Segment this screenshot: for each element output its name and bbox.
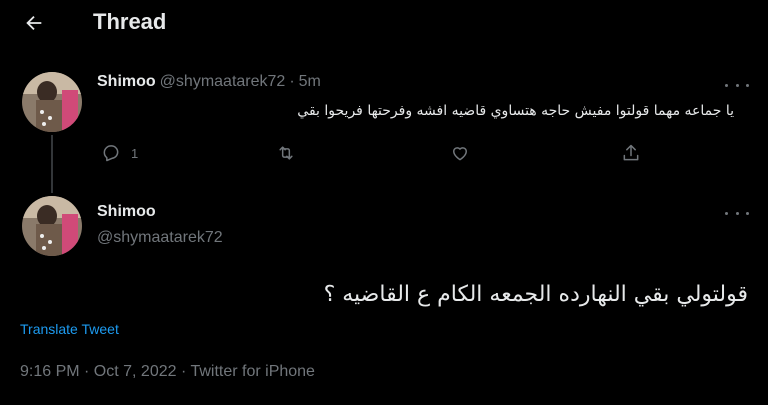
like-button[interactable]	[449, 143, 471, 163]
more-options-button[interactable]	[725, 207, 749, 219]
avatar[interactable]	[22, 72, 82, 132]
retweet-icon	[279, 146, 293, 160]
more-options-button[interactable]	[725, 79, 749, 91]
translate-tweet-link[interactable]: Translate Tweet	[20, 321, 119, 337]
thread-connector-line	[51, 135, 53, 193]
retweet-button[interactable]	[275, 143, 297, 163]
author-name[interactable]: Shimoo	[97, 73, 156, 91]
back-button[interactable]	[20, 9, 48, 37]
tweet-time[interactable]: 5m	[299, 73, 321, 91]
avatar[interactable]	[22, 196, 82, 256]
arrow-left-icon	[26, 15, 42, 31]
dot-separator: ·	[289, 73, 295, 90]
reply-count: 1	[131, 145, 139, 161]
tweet-meta: 9:16 PM · Oct 7, 2022 · Twitter for iPho…	[20, 363, 315, 380]
reply-tweet-header: Shimoo @shymaatarek72 · 5m	[97, 73, 321, 91]
thread-header: Thread	[0, 0, 768, 46]
share-icon	[623, 144, 639, 161]
comment-icon	[103, 145, 119, 162]
author-handle[interactable]: @shymaatarek72	[160, 73, 286, 91]
reply-button[interactable]: 1	[101, 143, 138, 163]
author-name[interactable]: Shimoo	[97, 203, 156, 221]
tweet-actions: 1	[97, 143, 657, 167]
more-icon	[725, 83, 728, 87]
main-tweet-text: قولتولي بقي النهارده الجمعه الكام ع القا…	[323, 282, 748, 307]
more-icon	[725, 211, 728, 215]
author-handle[interactable]: @shymaatarek72	[97, 229, 223, 247]
share-button[interactable]	[621, 143, 641, 163]
heart-icon	[453, 147, 467, 161]
page-title: Thread	[93, 9, 167, 34]
reply-tweet-text: يا جماعه مهما قولتوا مفيش حاجه هتساوي قا…	[297, 103, 734, 119]
